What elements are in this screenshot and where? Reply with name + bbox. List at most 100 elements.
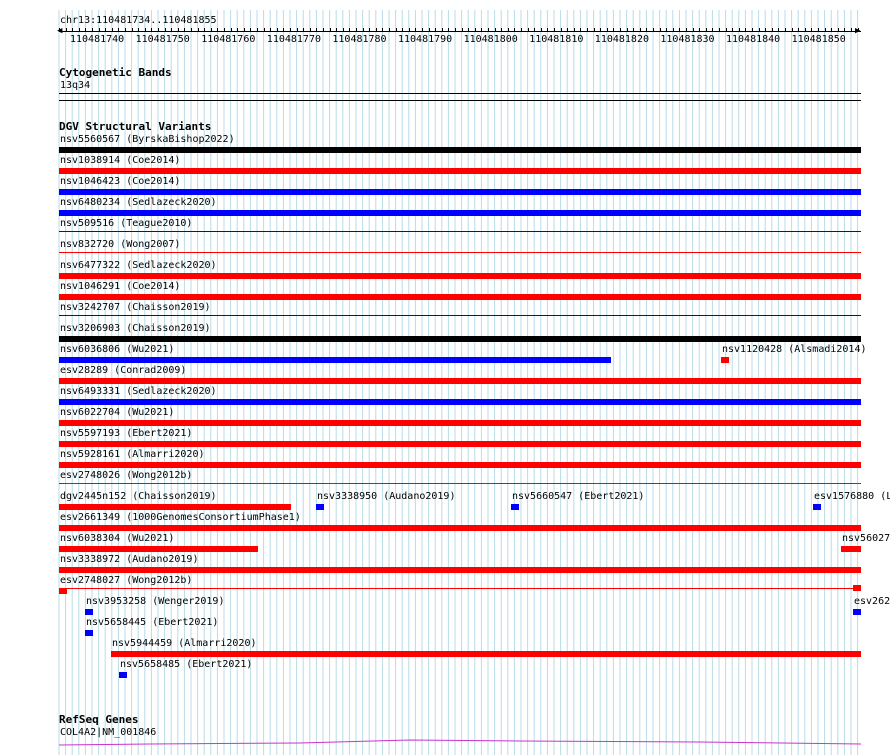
dgv-feature-bar[interactable]: [59, 315, 861, 316]
dgv-feature-label[interactable]: nsv6477322 (Sedlazeck2020): [60, 260, 217, 272]
dgv-feature-bar[interactable]: [59, 210, 861, 216]
dgv-feature-label[interactable]: nsv5928161 (Almarri2020): [60, 449, 205, 461]
dgv-feature-bar[interactable]: [59, 252, 861, 253]
dgv-feature-bar[interactable]: [59, 147, 861, 153]
dgv-feature-label[interactable]: esv2748027 (Wong2012b): [60, 575, 192, 587]
dgv-feature-bar[interactable]: [813, 504, 821, 510]
dgv-feature-bar[interactable]: [59, 399, 861, 405]
dgv-feature-bar[interactable]: [59, 588, 67, 594]
dgv-feature-label[interactable]: nsv5660547 (Ebert2021): [512, 491, 644, 503]
ruler-tick: [336, 28, 337, 32]
dgv-feature-label[interactable]: nsv1046423 (Coe2014): [60, 176, 180, 188]
dgv-feature-label[interactable]: esv2661349 (1000GenomesConsortiumPhase1): [60, 512, 301, 524]
dgv-feature-bar[interactable]: [59, 336, 861, 342]
ruler-tick: [382, 28, 383, 32]
refseq-gene-glyph[interactable]: [0, 735, 890, 755]
ruler-tick: [825, 28, 826, 32]
ruler-tick: [323, 28, 324, 32]
dgv-feature-bar[interactable]: [853, 585, 861, 591]
cytoband-name[interactable]: 13q34: [60, 80, 90, 92]
cytoband-bar[interactable]: [59, 93, 861, 94]
dgv-feature-label[interactable]: nsv6036806 (Wu2021): [60, 344, 174, 356]
dgv-feature-bar[interactable]: [85, 630, 93, 636]
ruler-tick: [673, 28, 674, 32]
dgv-feature-bar[interactable]: [59, 483, 861, 484]
dgv-feature-label[interactable]: esv2748026 (Wong2012b): [60, 470, 192, 482]
ruler-tick: [237, 28, 238, 32]
dgv-feature-label[interactable]: nsv560273: [842, 533, 890, 545]
ruler-tick: [712, 28, 713, 32]
ruler-tick-label: 110481840: [726, 34, 781, 45]
dgv-feature-bar[interactable]: [59, 546, 258, 552]
dgv-feature-label[interactable]: nsv5658485 (Ebert2021): [120, 659, 252, 671]
dgv-feature-bar[interactable]: [111, 651, 861, 657]
ruler-tick: [726, 28, 727, 32]
ruler-tick: [640, 28, 641, 32]
dgv-feature-label[interactable]: nsv3338972 (Audano2019): [60, 554, 198, 566]
dgv-feature-bar[interactable]: [59, 378, 861, 384]
dgv-feature-bar[interactable]: [59, 504, 291, 510]
ruler-tick: [363, 28, 364, 32]
dgv-feature-label[interactable]: nsv3338950 (Audano2019): [317, 491, 455, 503]
ruler-tick: [409, 28, 410, 32]
dgv-feature-label[interactable]: nsv1046291 (Coe2014): [60, 281, 180, 293]
dgv-feature-label[interactable]: nsv6022704 (Wu2021): [60, 407, 174, 419]
dgv-feature-bar[interactable]: [59, 420, 861, 426]
dgv-feature-bar[interactable]: [59, 294, 861, 300]
dgv-feature-bar[interactable]: [59, 273, 861, 279]
dgv-feature-bar[interactable]: [59, 357, 611, 363]
dgv-feature-label[interactable]: nsv5658445 (Ebert2021): [86, 617, 218, 629]
ruler-tick: [752, 28, 753, 32]
ruler-tick: [547, 28, 548, 32]
dgv-feature-label[interactable]: nsv3242707 (Chaisson2019): [60, 302, 211, 314]
dgv-feature-label[interactable]: nsv509516 (Teague2010): [60, 218, 192, 230]
ruler-tick: [772, 28, 773, 32]
dgv-feature-label[interactable]: esv262: [854, 596, 890, 608]
dgv-feature-bar[interactable]: [59, 462, 861, 468]
dgv-feature-label[interactable]: nsv6493331 (Sedlazeck2020): [60, 386, 217, 398]
ruler-tick: [316, 28, 317, 32]
dgv-feature-bar[interactable]: [511, 504, 519, 510]
ruler-tick: [732, 28, 733, 32]
dgv-feature-label[interactable]: esv1576880 (L: [814, 491, 890, 503]
ruler-tick: [792, 28, 793, 32]
ruler-tick: [745, 28, 746, 32]
ruler-tick: [838, 28, 839, 32]
dgv-feature-label[interactable]: nsv6038304 (Wu2021): [60, 533, 174, 545]
ruler-tick: [508, 28, 509, 32]
ruler-tick: [270, 28, 271, 32]
dgv-feature-label[interactable]: nsv1038914 (Coe2014): [60, 155, 180, 167]
dgv-feature-label[interactable]: esv28289 (Conrad2009): [60, 365, 186, 377]
dgv-feature-label[interactable]: dgv2445n152 (Chaisson2019): [60, 491, 217, 503]
dgv-feature-label[interactable]: nsv5560567 (ByrskaBishop2022): [60, 134, 235, 146]
dgv-feature-label[interactable]: nsv5597193 (Ebert2021): [60, 428, 192, 440]
ruler-tick: [158, 28, 159, 32]
ruler-tick: [633, 28, 634, 32]
ruler-tick: [778, 28, 779, 32]
dgv-feature-label[interactable]: nsv5944459 (Almarri2020): [112, 638, 257, 650]
dgv-feature-bar[interactable]: [85, 609, 93, 615]
dgv-feature-bar[interactable]: [59, 567, 861, 573]
dgv-feature-label[interactable]: nsv3953258 (Wenger2019): [86, 596, 224, 608]
ruler-tick-label: 110481770: [266, 34, 321, 45]
ruler-tick: [554, 28, 555, 32]
ruler-tick: [303, 28, 304, 32]
dgv-feature-label[interactable]: nsv1120428 (Alsmadi2014): [722, 344, 867, 356]
dgv-feature-bar[interactable]: [59, 168, 861, 174]
dgv-feature-bar[interactable]: [59, 189, 861, 195]
dgv-feature-label[interactable]: nsv6480234 (Sedlazeck2020): [60, 197, 217, 209]
ruler-tick-label: 110481740: [70, 34, 125, 45]
dgv-feature-bar[interactable]: [59, 525, 861, 531]
dgv-feature-label[interactable]: nsv3206903 (Chaisson2019): [60, 323, 211, 335]
dgv-feature-label[interactable]: nsv832720 (Wong2007): [60, 239, 180, 251]
ruler-tick: [435, 28, 436, 32]
ruler-tick: [488, 28, 489, 32]
dgv-feature-bar[interactable]: [119, 672, 127, 678]
dgv-feature-bar[interactable]: [316, 504, 324, 510]
dgv-feature-bar[interactable]: [59, 231, 861, 232]
dgv-feature-bar[interactable]: [59, 441, 861, 447]
dgv-feature-bar[interactable]: [721, 357, 729, 363]
dgv-feature-bar[interactable]: [841, 546, 861, 552]
ruler-tick: [184, 28, 185, 32]
dgv-feature-bar[interactable]: [853, 609, 861, 615]
